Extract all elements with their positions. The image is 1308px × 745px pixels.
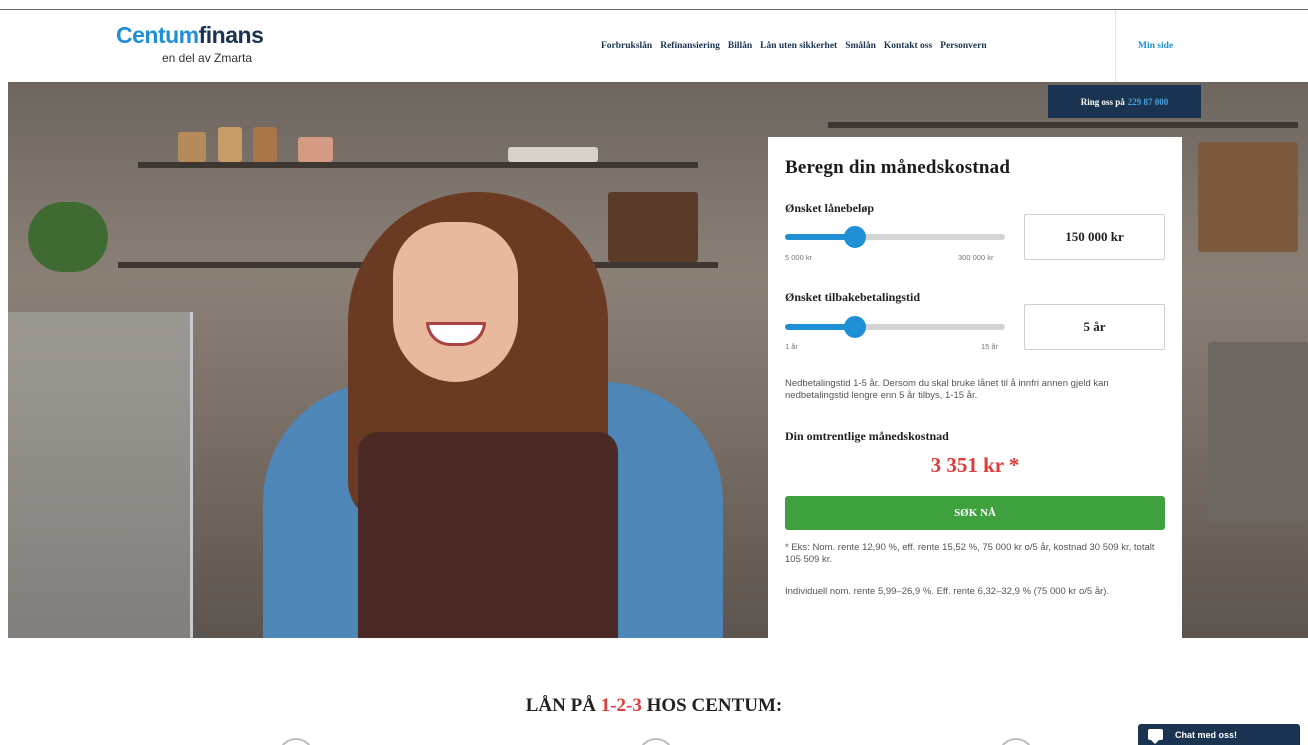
slider-thumb[interactable] <box>844 226 866 248</box>
individual-rate-note: Individuell nom. rente 5,99–26,9 %. Eff.… <box>785 586 1110 597</box>
site-header: Centumfinans en del av Zmarta Forbrukslå… <box>0 10 1308 82</box>
nav-item[interactable]: Forbrukslån <box>601 41 652 51</box>
crates <box>1198 142 1298 252</box>
plant <box>28 202 108 272</box>
shelf <box>138 162 698 168</box>
nav-item[interactable]: Smålån <box>845 41 876 51</box>
term-input[interactable]: 5 år <box>1024 304 1165 350</box>
nav-item[interactable]: Lån uten sikkerhet <box>760 41 837 51</box>
counter <box>1208 342 1308 522</box>
loan-calculator: Beregn din månedskostnad Ønsket lånebelø… <box>768 137 1182 638</box>
term-min-label: 1 år <box>785 342 798 351</box>
jar <box>253 127 277 162</box>
term-max-label: 15 år <box>981 342 999 351</box>
steps-heading: LÅN PÅ 1-2-3 HOS CENTUM: <box>0 695 1308 717</box>
nav-item[interactable]: Billån <box>728 41 752 51</box>
phone-number[interactable]: 229 87 000 <box>1128 97 1169 107</box>
glass-display-case <box>8 312 193 638</box>
term-note: Nedbetalingstid 1-5 år. Dersom du skal b… <box>785 378 1109 401</box>
jar <box>508 147 598 162</box>
nav-item[interactable]: Kontakt oss <box>884 41 932 51</box>
slider-thumb[interactable] <box>844 316 866 338</box>
loan-amount-input[interactable]: 150 000 kr <box>1024 214 1165 260</box>
step-icon-2 <box>638 738 674 745</box>
chat-label: Chat med oss! <box>1175 730 1238 740</box>
nav-divider <box>1115 10 1116 82</box>
term-label: Ønsket tilbakebetalingstid <box>785 290 921 304</box>
chat-button[interactable]: Chat med oss! <box>1138 724 1300 745</box>
loan-max-label: 300 000 kr <box>958 253 994 262</box>
person-apron <box>358 432 618 638</box>
logo-part-finans: finans <box>198 22 264 48</box>
loan-amount-slider[interactable] <box>785 226 1005 248</box>
step-icon-3 <box>998 738 1034 745</box>
logo[interactable]: Centumfinans en del av Zmarta <box>116 22 264 65</box>
term-slider[interactable] <box>785 316 1005 338</box>
step-icon-1 <box>278 738 314 745</box>
call-us-bar[interactable]: Ring oss på 229 87 000 <box>1048 85 1201 118</box>
steps-heading-accent: 1-2-3 <box>600 695 642 716</box>
monthly-cost-value: 3 351 kr * <box>930 453 1020 477</box>
logo-part-centum: Centum <box>116 22 199 48</box>
jar <box>298 137 333 162</box>
apply-button[interactable]: SØK NÅ <box>785 496 1165 530</box>
result-label: Din omtrentlige månedskostnad <box>785 429 949 443</box>
shelf <box>828 122 1298 128</box>
min-side-link[interactable]: Min side <box>1138 41 1173 51</box>
logo-tagline: en del av Zmarta <box>162 51 253 65</box>
loan-amount-label: Ønsket lånebeløp <box>785 201 875 215</box>
loan-min-label: 5 000 kr <box>785 253 813 262</box>
person-face <box>393 222 518 382</box>
steps-heading-part: LÅN PÅ <box>525 695 601 716</box>
nav-item[interactable]: Refinansiering <box>660 41 720 51</box>
main-nav: Forbrukslån Refinansiering Billån Lån uten … <box>601 41 995 51</box>
logo-wordmark: Centumfinans <box>116 22 264 49</box>
steps-heading-part: HOS CENTUM: <box>641 695 783 716</box>
example-note: * Eks: Nom. rente 12,90 %, eff. rente 15… <box>785 542 1155 565</box>
nav-item[interactable]: Personvern <box>940 41 986 51</box>
jar <box>218 127 242 162</box>
jar <box>178 132 206 162</box>
calculator-title: Beregn din månedskostnad <box>785 157 1011 178</box>
bread-basket <box>608 192 698 262</box>
chat-bubble-icon <box>1148 729 1163 744</box>
call-us-label: Ring oss på <box>1080 96 1125 107</box>
